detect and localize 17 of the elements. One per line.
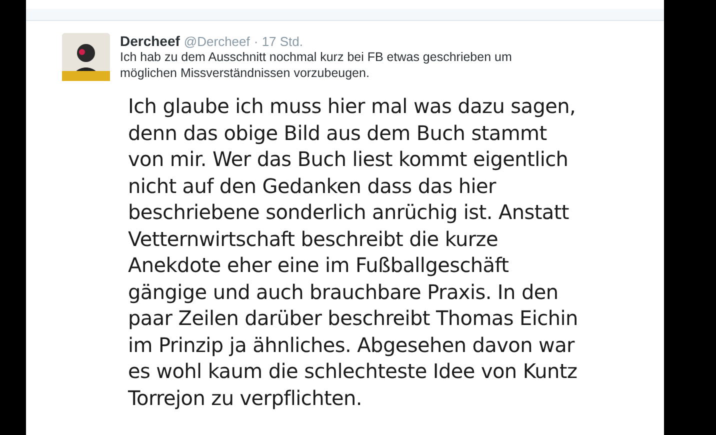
tweet-time[interactable]: · 17 Std.	[254, 34, 304, 49]
image-text-line: denn das obige Bild aus dem Buch stammt	[128, 120, 548, 146]
image-text-line: von mir. Wer das Buch liest kommt eigentlich	[128, 146, 570, 172]
image-text-line: im Prinzip ja ähnliches. Abgesehen davon war	[128, 332, 576, 358]
tweet-text: Ich hab zu dem Ausschnitt nochmal kurz bei FB etwas geschrieben um möglichen Missverständnissen vorzubeugen.	[120, 49, 513, 81]
image-text-line: paar Zeilen darüber beschreibt Thomas Eichin	[128, 305, 579, 332]
image-text-line: nicht auf den Gedanken dass das hier	[128, 172, 498, 199]
image-text-line: Torrejon zu verpflichten.	[128, 384, 363, 411]
image-text-line: beschriebene sonderlich anrüchig ist. Anstatt	[128, 199, 570, 226]
image-text-line: gängige und auch brauchbare Praxis. In den	[128, 278, 560, 305]
author-name[interactable]: Dercheef	[120, 33, 180, 49]
image-text-line: Vetternwirtschaft beschreibt die kurze	[128, 226, 499, 252]
author-handle[interactable]: @Dercheef	[184, 34, 250, 49]
image-text-line: Ich glaube ich muss hier mal was dazu sagen,	[128, 93, 577, 120]
image-text-line: Anekdote eher eine im Fußballgeschäft	[128, 252, 510, 278]
image-text-line: es wohl kaum die schlechteste Idee von Kuntz	[128, 358, 578, 384]
avatar-icon[interactable]	[62, 33, 110, 81]
